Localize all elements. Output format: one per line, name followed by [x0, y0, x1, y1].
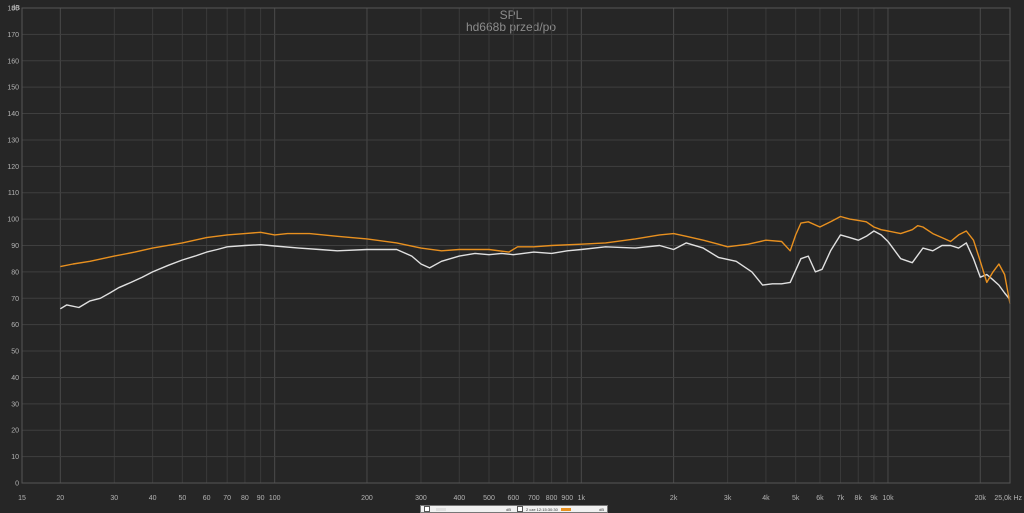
x-tick-label: 200 [361, 495, 373, 502]
y-tick-label: 0 [15, 481, 19, 488]
y-tick-label: 80 [11, 269, 19, 276]
y-tick-label: 180 [7, 6, 19, 13]
y-tick-label: 110 [8, 190, 19, 197]
x-tick-label: 80 [241, 495, 249, 502]
legend-checkbox[interactable] [517, 506, 523, 512]
y-tick-label: 20 [11, 428, 19, 435]
y-tick-label: 140 [7, 111, 19, 118]
x-tick-label: 40 [149, 495, 157, 502]
x-tick-label: 9k [870, 495, 878, 502]
y-tick-label: 30 [11, 401, 19, 408]
x-tick-label: 3k [724, 495, 732, 502]
legend-swatch [436, 507, 446, 511]
x-tick-label: 90 [257, 495, 265, 502]
legend-unit: dB [506, 506, 511, 512]
x-tick-label: 300 [415, 495, 427, 502]
x-tick-label: 70 [223, 495, 231, 502]
legend-swatch [560, 507, 571, 511]
y-tick-label: 120 [7, 164, 19, 171]
legend-item-2[interactable]: 2 cze 12:15:30:30 dB [514, 506, 607, 512]
x-tick-label: 600 [507, 495, 519, 502]
x-tick-label: 20k [975, 495, 987, 502]
legend-item-1[interactable]: dB [421, 506, 514, 512]
x-tick-label: 8k [855, 495, 863, 502]
y-tick-label: 10 [11, 454, 19, 461]
x-tick-label: 6k [816, 495, 824, 502]
y-tick-label: 70 [11, 296, 19, 303]
y-tick-label: 60 [11, 322, 19, 329]
y-tick-label: 90 [11, 243, 19, 250]
x-tick-label: 50 [178, 495, 186, 502]
x-tick-label: 25,0k Hz [994, 495, 1022, 502]
x-tick-label: 4k [762, 495, 770, 502]
x-tick-label: 60 [203, 495, 211, 502]
x-tick-label: 15 [18, 495, 26, 502]
x-tick-label: 2k [670, 495, 678, 502]
x-tick-label: 10k [882, 495, 894, 502]
x-tick-label: 100 [269, 495, 281, 502]
x-tick-label: 1k [578, 495, 586, 502]
y-tick-label: 40 [11, 375, 19, 382]
x-tick-label: 900 [561, 495, 573, 502]
spl-chart: SPL hd668b przed/po dB 01020304050607080… [0, 0, 1024, 513]
x-tick-label: 800 [546, 495, 558, 502]
x-tick-label: 5k [792, 495, 800, 502]
x-tick-label: 20 [56, 495, 64, 502]
y-tick-label: 100 [7, 217, 19, 224]
legend-checkbox[interactable] [424, 506, 430, 512]
chart-background [0, 0, 1024, 513]
y-tick-label: 170 [7, 32, 19, 39]
y-tick-label: 130 [7, 137, 19, 144]
legend: dB 2 cze 12:15:30:30 dB [420, 505, 608, 513]
x-tick-label: 500 [483, 495, 495, 502]
x-tick-label: 700 [528, 495, 540, 502]
x-tick-label: 30 [110, 495, 118, 502]
chart-subtitle: hd668b przed/po [466, 20, 556, 34]
x-tick-label: 400 [453, 495, 465, 502]
y-tick-label: 160 [7, 58, 19, 65]
legend-unit: dB [599, 506, 604, 512]
x-tick-label: 7k [837, 495, 845, 502]
legend-series-label: 2 cze 12:15:30:30 [526, 506, 558, 512]
y-tick-label: 50 [11, 349, 19, 356]
y-tick-label: 150 [7, 85, 19, 92]
